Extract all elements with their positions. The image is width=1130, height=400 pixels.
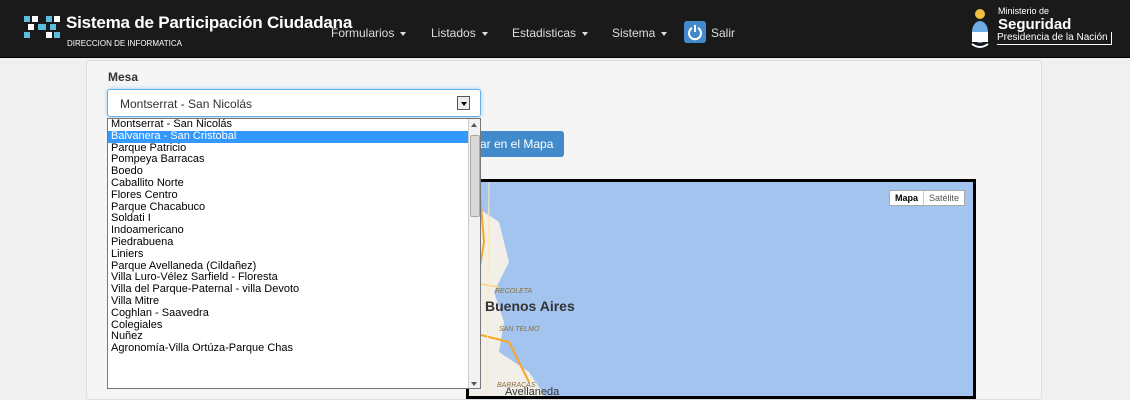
mesa-select[interactable]: Montserrat - San Nicolás (107, 89, 481, 117)
mesa-select-value: Montserrat - San Nicolás (120, 97, 253, 111)
caret-down-icon (582, 31, 589, 36)
map-type-control[interactable]: Mapa Satélite (888, 190, 965, 206)
nav-sistema[interactable]: Sistema (612, 26, 668, 40)
option-item[interactable]: Montserrat - San Nicolás (108, 119, 468, 131)
nav-formularios[interactable]: Formularios (331, 26, 407, 40)
scrollbar[interactable] (468, 119, 480, 388)
nav-estadisticas[interactable]: Estadisticas (512, 26, 589, 40)
ministry-line3: Presidencia de la Nación (997, 32, 1112, 45)
map[interactable]: Mapa Satélite RECOLETA Buenos Aires SAN … (466, 179, 976, 399)
option-item[interactable]: Villa del Parque-Paternal - villa Devoto (108, 284, 468, 296)
caret-down-icon (661, 31, 668, 36)
option-item[interactable]: Piedrabuena (108, 237, 468, 249)
coat-of-arms-icon (971, 9, 989, 48)
caret-down-icon (481, 31, 488, 36)
mesa-options-list[interactable]: Montserrat - San Nicolás Balvanera - San … (107, 118, 481, 389)
nav-listados[interactable]: Listados (431, 26, 488, 40)
option-item[interactable]: Caballito Norte (108, 178, 468, 190)
map-land (469, 182, 545, 396)
option-item[interactable]: Villa Luro-Vélez Sarfield - Floresta (108, 272, 468, 284)
scrollbar-thumb[interactable] (470, 135, 480, 217)
map-type-map[interactable]: Mapa (890, 191, 924, 205)
map-label: Avellaneda (505, 386, 560, 398)
ministry-line2: Seguridad (998, 16, 1072, 33)
scroll-up-icon[interactable] (471, 123, 477, 127)
chevron-down-icon[interactable] (457, 96, 470, 110)
map-label: RECOLETA (495, 288, 533, 295)
brand-subtitle: DIRECCION DE INFORMATICA (67, 39, 182, 48)
option-item[interactable]: Villa Mitre (108, 296, 468, 308)
option-item[interactable]: Indoamericano (108, 225, 468, 237)
option-item[interactable]: Parque Patricio (108, 143, 468, 155)
brand-title[interactable]: Sistema de Participación Ciudadana (66, 13, 352, 33)
option-item[interactable]: Liniers (108, 249, 468, 261)
option-item[interactable]: Parque Avellaneda (Cildañez) (108, 261, 468, 273)
option-item[interactable]: Parque Chacabuco (108, 202, 468, 214)
caret-down-icon (400, 31, 407, 36)
option-item[interactable]: Flores Centro (108, 190, 468, 202)
option-item[interactable]: Colegiales (108, 320, 468, 332)
option-item[interactable]: Pompeya Barracas (108, 154, 468, 166)
option-item[interactable]: Soldati I (108, 213, 468, 225)
scroll-down-icon[interactable] (471, 382, 477, 386)
power-icon[interactable] (684, 21, 706, 43)
option-item[interactable]: Balvanera - San Cristobal (108, 130, 468, 143)
brand-logo-icon (24, 16, 60, 38)
mesa-label: Mesa (108, 70, 139, 84)
option-item[interactable]: Agronomía-Villa Ortúza-Parque Chas (108, 343, 468, 355)
map-type-satellite[interactable]: Satélite (924, 191, 964, 205)
map-label: SAN TELMO (499, 326, 540, 333)
option-item[interactable]: Coghlan - Saavedra (108, 308, 468, 320)
option-item[interactable]: Boedo (108, 166, 468, 178)
map-city-label: Buenos Aires (485, 298, 575, 314)
logout-link[interactable]: Salir (711, 26, 735, 40)
option-item[interactable]: Nuñez (108, 331, 468, 343)
navbar: Sistema de Participación Ciudadana DIREC… (0, 0, 1130, 58)
ministry-line1: Ministerio de (998, 6, 1050, 16)
